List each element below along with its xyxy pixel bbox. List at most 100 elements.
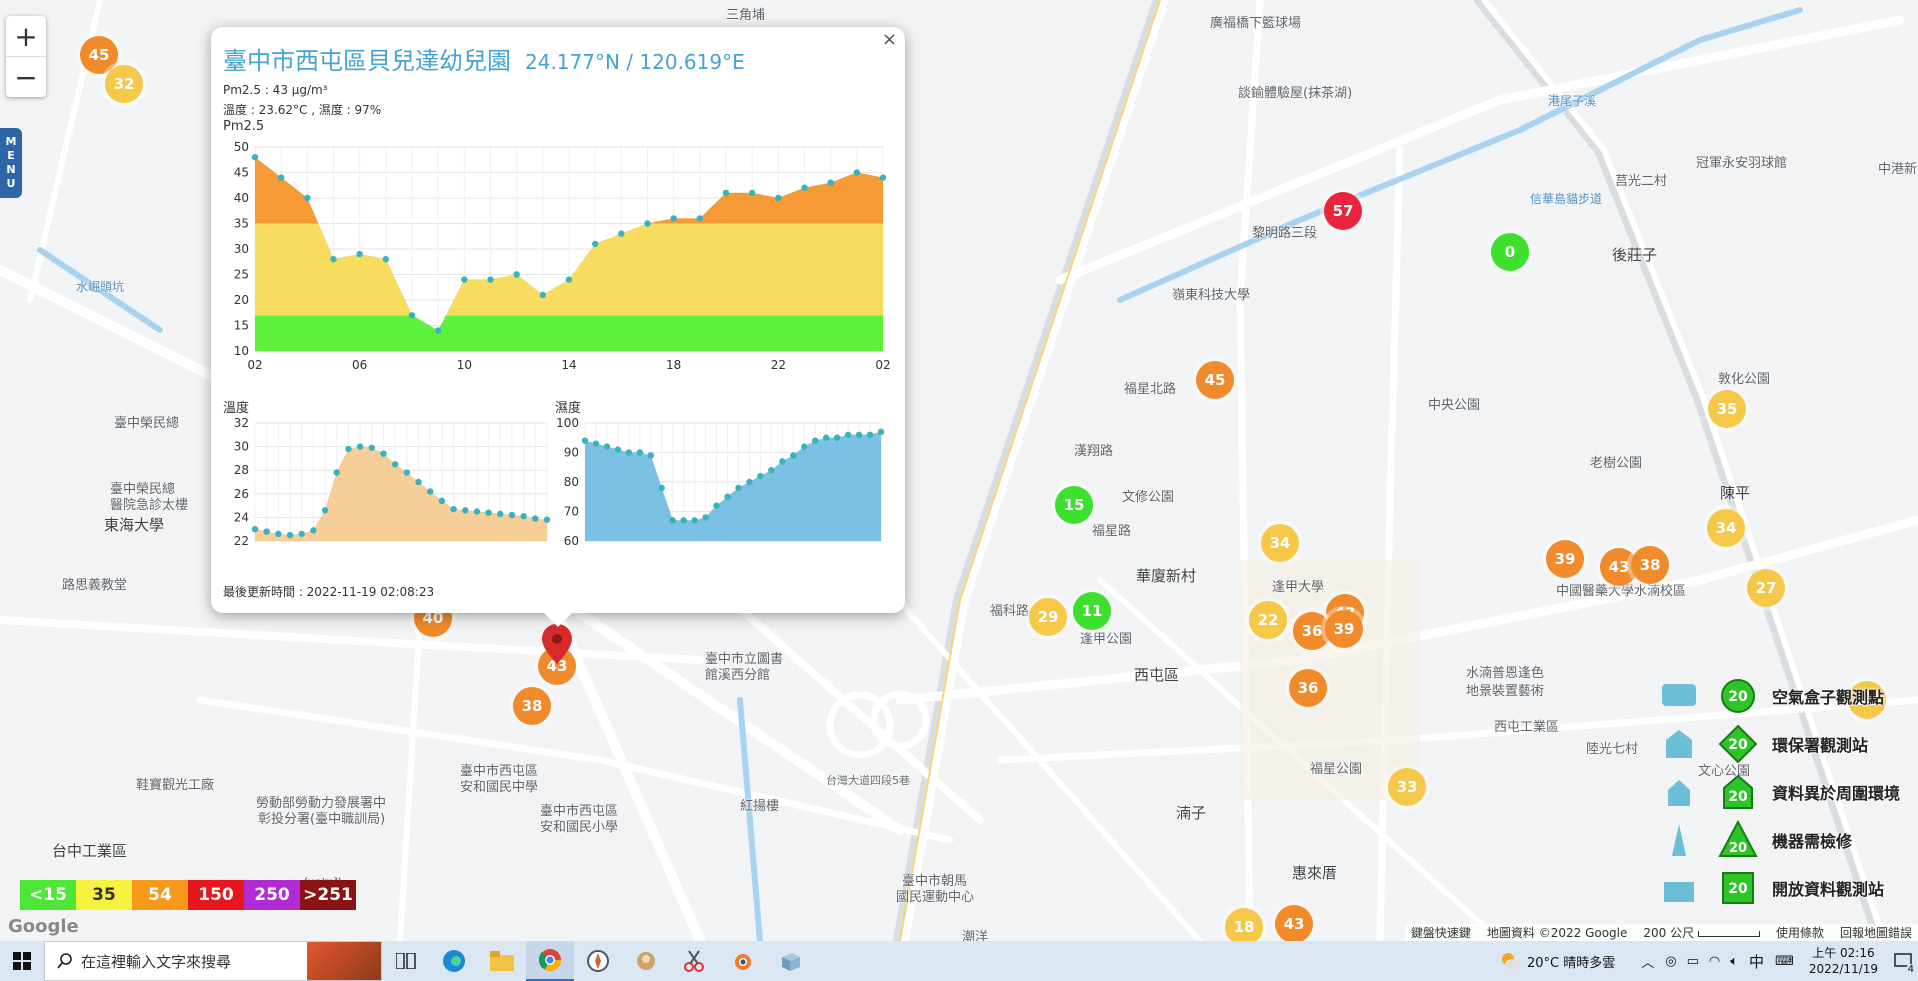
blender-icon[interactable] bbox=[718, 941, 766, 981]
map-place-label: 三角埔 bbox=[726, 8, 766, 23]
y-tick-label: 70 bbox=[564, 505, 579, 519]
data-point bbox=[263, 528, 270, 535]
map-place-label: 西屯區 bbox=[1134, 666, 1180, 684]
popup-close-button[interactable]: × bbox=[882, 29, 897, 50]
data-point bbox=[822, 434, 830, 441]
weather-icon bbox=[1501, 953, 1521, 969]
clock-time: 上午 02:16 bbox=[1812, 946, 1875, 960]
ime-indicator[interactable]: 中 bbox=[1749, 951, 1764, 972]
station-marker[interactable]: 43 bbox=[1275, 905, 1313, 941]
data-point bbox=[669, 517, 676, 524]
station-marker[interactable]: 29 bbox=[1029, 598, 1067, 636]
station-marker[interactable]: 11 bbox=[1073, 592, 1111, 630]
map-place-label: 福科路 bbox=[990, 604, 1030, 619]
keyboard-icon[interactable]: ⌨︎ bbox=[1775, 954, 1794, 969]
x-tick-label: 14 bbox=[561, 358, 576, 372]
map-place-label: 台中工業區 bbox=[52, 842, 128, 860]
legend-value: 20 bbox=[1728, 881, 1748, 897]
map-place-label: 水崛頭坑 bbox=[76, 280, 125, 294]
search-highlight-icon bbox=[307, 942, 381, 980]
people-icon[interactable]: ◎ bbox=[1665, 954, 1676, 969]
file-explorer-icon[interactable] bbox=[478, 941, 526, 981]
station-marker[interactable]: 35 bbox=[1708, 390, 1746, 428]
station-marker[interactable]: 57 bbox=[1324, 192, 1362, 230]
data-point bbox=[275, 530, 282, 538]
clock[interactable]: 上午 02:16 2022/11/19 bbox=[1809, 945, 1878, 977]
legend-item-opendata: 20 開放資料觀測站 bbox=[1662, 864, 1900, 912]
battery-icon[interactable]: ▭ bbox=[1687, 954, 1699, 969]
task-view-icon[interactable] bbox=[382, 941, 430, 981]
chevron-up-icon[interactable]: ︿ bbox=[1641, 952, 1654, 971]
station-marker[interactable]: 39 bbox=[1546, 540, 1584, 578]
app-box-icon[interactable] bbox=[766, 941, 814, 981]
station-marker[interactable]: 34 bbox=[1707, 509, 1745, 547]
data-point bbox=[844, 431, 852, 438]
map-data-credit: 地圖資料 ©2022 Google bbox=[1486, 926, 1628, 940]
data-point bbox=[618, 230, 625, 237]
station-marker[interactable]: 33 bbox=[1388, 768, 1426, 806]
station-marker[interactable]: 38 bbox=[513, 687, 551, 725]
temp-humidity-reading: 溫度 : 23.62°C , 濕度 : 97% bbox=[223, 103, 382, 117]
location-pin-icon[interactable] bbox=[542, 624, 572, 668]
temp-chart-title: 溫度 bbox=[223, 401, 250, 416]
map-place-label: 莒光二村 bbox=[1615, 174, 1668, 189]
opendata-square-icon: 20 bbox=[1663, 872, 1754, 904]
station-marker[interactable]: 45 bbox=[1196, 361, 1234, 399]
station-marker[interactable]: 34 bbox=[1261, 524, 1299, 562]
data-point bbox=[304, 194, 311, 202]
data-point bbox=[438, 497, 446, 505]
zoom-in-button[interactable]: + bbox=[6, 16, 46, 57]
map-place-label: 文修公園 bbox=[1122, 490, 1175, 505]
chrome-browser-icon[interactable] bbox=[526, 941, 574, 981]
y-tick-label: 35 bbox=[234, 217, 249, 231]
edge-browser-icon[interactable] bbox=[430, 941, 478, 981]
x-tick-label: 10 bbox=[457, 358, 472, 372]
station-marker[interactable]: 22 bbox=[1249, 601, 1287, 639]
data-point bbox=[636, 449, 644, 456]
map-place-label: 敦化公園 bbox=[1718, 372, 1771, 387]
pm-band bbox=[255, 315, 883, 351]
start-button[interactable] bbox=[0, 941, 44, 981]
station-marker[interactable]: 32 bbox=[105, 65, 143, 103]
app-icon[interactable] bbox=[622, 941, 670, 981]
station-marker[interactable]: 27 bbox=[1747, 569, 1785, 607]
y-tick-label: 28 bbox=[234, 463, 249, 477]
notification-icon[interactable]: 4 bbox=[1888, 941, 1918, 981]
humidity-chart-title: 濕度 bbox=[555, 401, 582, 416]
data-point bbox=[532, 515, 539, 522]
report-error-link[interactable]: 回報地圖錯誤 bbox=[1840, 924, 1912, 941]
compass-app-icon[interactable] bbox=[574, 941, 622, 981]
data-point bbox=[391, 461, 399, 468]
map-place-label: 地景裝置藝術 bbox=[1466, 684, 1545, 699]
station-marker[interactable]: 15 bbox=[1055, 486, 1093, 524]
station-marker[interactable]: 39 bbox=[1325, 610, 1363, 648]
data-point bbox=[321, 507, 329, 514]
data-point bbox=[434, 327, 442, 334]
station-marker[interactable]: 38 bbox=[1631, 546, 1669, 584]
keyboard-shortcuts-link[interactable]: 鍵盤快速鍵 bbox=[1411, 924, 1471, 941]
map-place-label: 逢甲公園 bbox=[1080, 632, 1133, 647]
station-marker[interactable]: 36 bbox=[1289, 669, 1327, 707]
menu-tab[interactable]: M E N U bbox=[0, 128, 22, 198]
taskbar-search-box[interactable]: 在這裡輸入文字來搜尋 bbox=[44, 941, 382, 981]
volume-icon[interactable]: 🔈︎ bbox=[1730, 954, 1738, 969]
snipping-tool-icon[interactable] bbox=[670, 941, 718, 981]
map-view[interactable]: 三角埔 廣福橋下籃球場 談鍮體驗屋(抹茶湖) 港尾子溪 冠軍永安羽球館 中港新 莒光二村 信華… bbox=[0, 0, 1918, 941]
network-icon[interactable]: ◠ bbox=[1709, 954, 1720, 969]
x-tick-label: 18 bbox=[666, 358, 681, 372]
weather-text[interactable]: 20°C 晴時多雲 bbox=[1527, 952, 1615, 971]
data-point bbox=[539, 291, 547, 299]
data-point bbox=[330, 256, 337, 263]
station-marker[interactable]: 18 bbox=[1225, 908, 1263, 941]
map-place-label: 福星北路 bbox=[1124, 382, 1177, 397]
data-point bbox=[591, 240, 599, 248]
y-tick-label: 22 bbox=[234, 534, 249, 545]
area-fill bbox=[585, 431, 881, 541]
data-point bbox=[286, 531, 294, 539]
station-marker[interactable]: 0 bbox=[1491, 233, 1529, 271]
data-point bbox=[333, 469, 340, 476]
humidity-chart: 60 70 80 90 100 bbox=[556, 416, 885, 545]
last-updated: 最後更新時間 : 2022-11-19 02:08:23 bbox=[223, 585, 435, 599]
terms-link[interactable]: 使用條款 bbox=[1776, 924, 1824, 941]
zoom-out-button[interactable]: − bbox=[6, 57, 46, 97]
